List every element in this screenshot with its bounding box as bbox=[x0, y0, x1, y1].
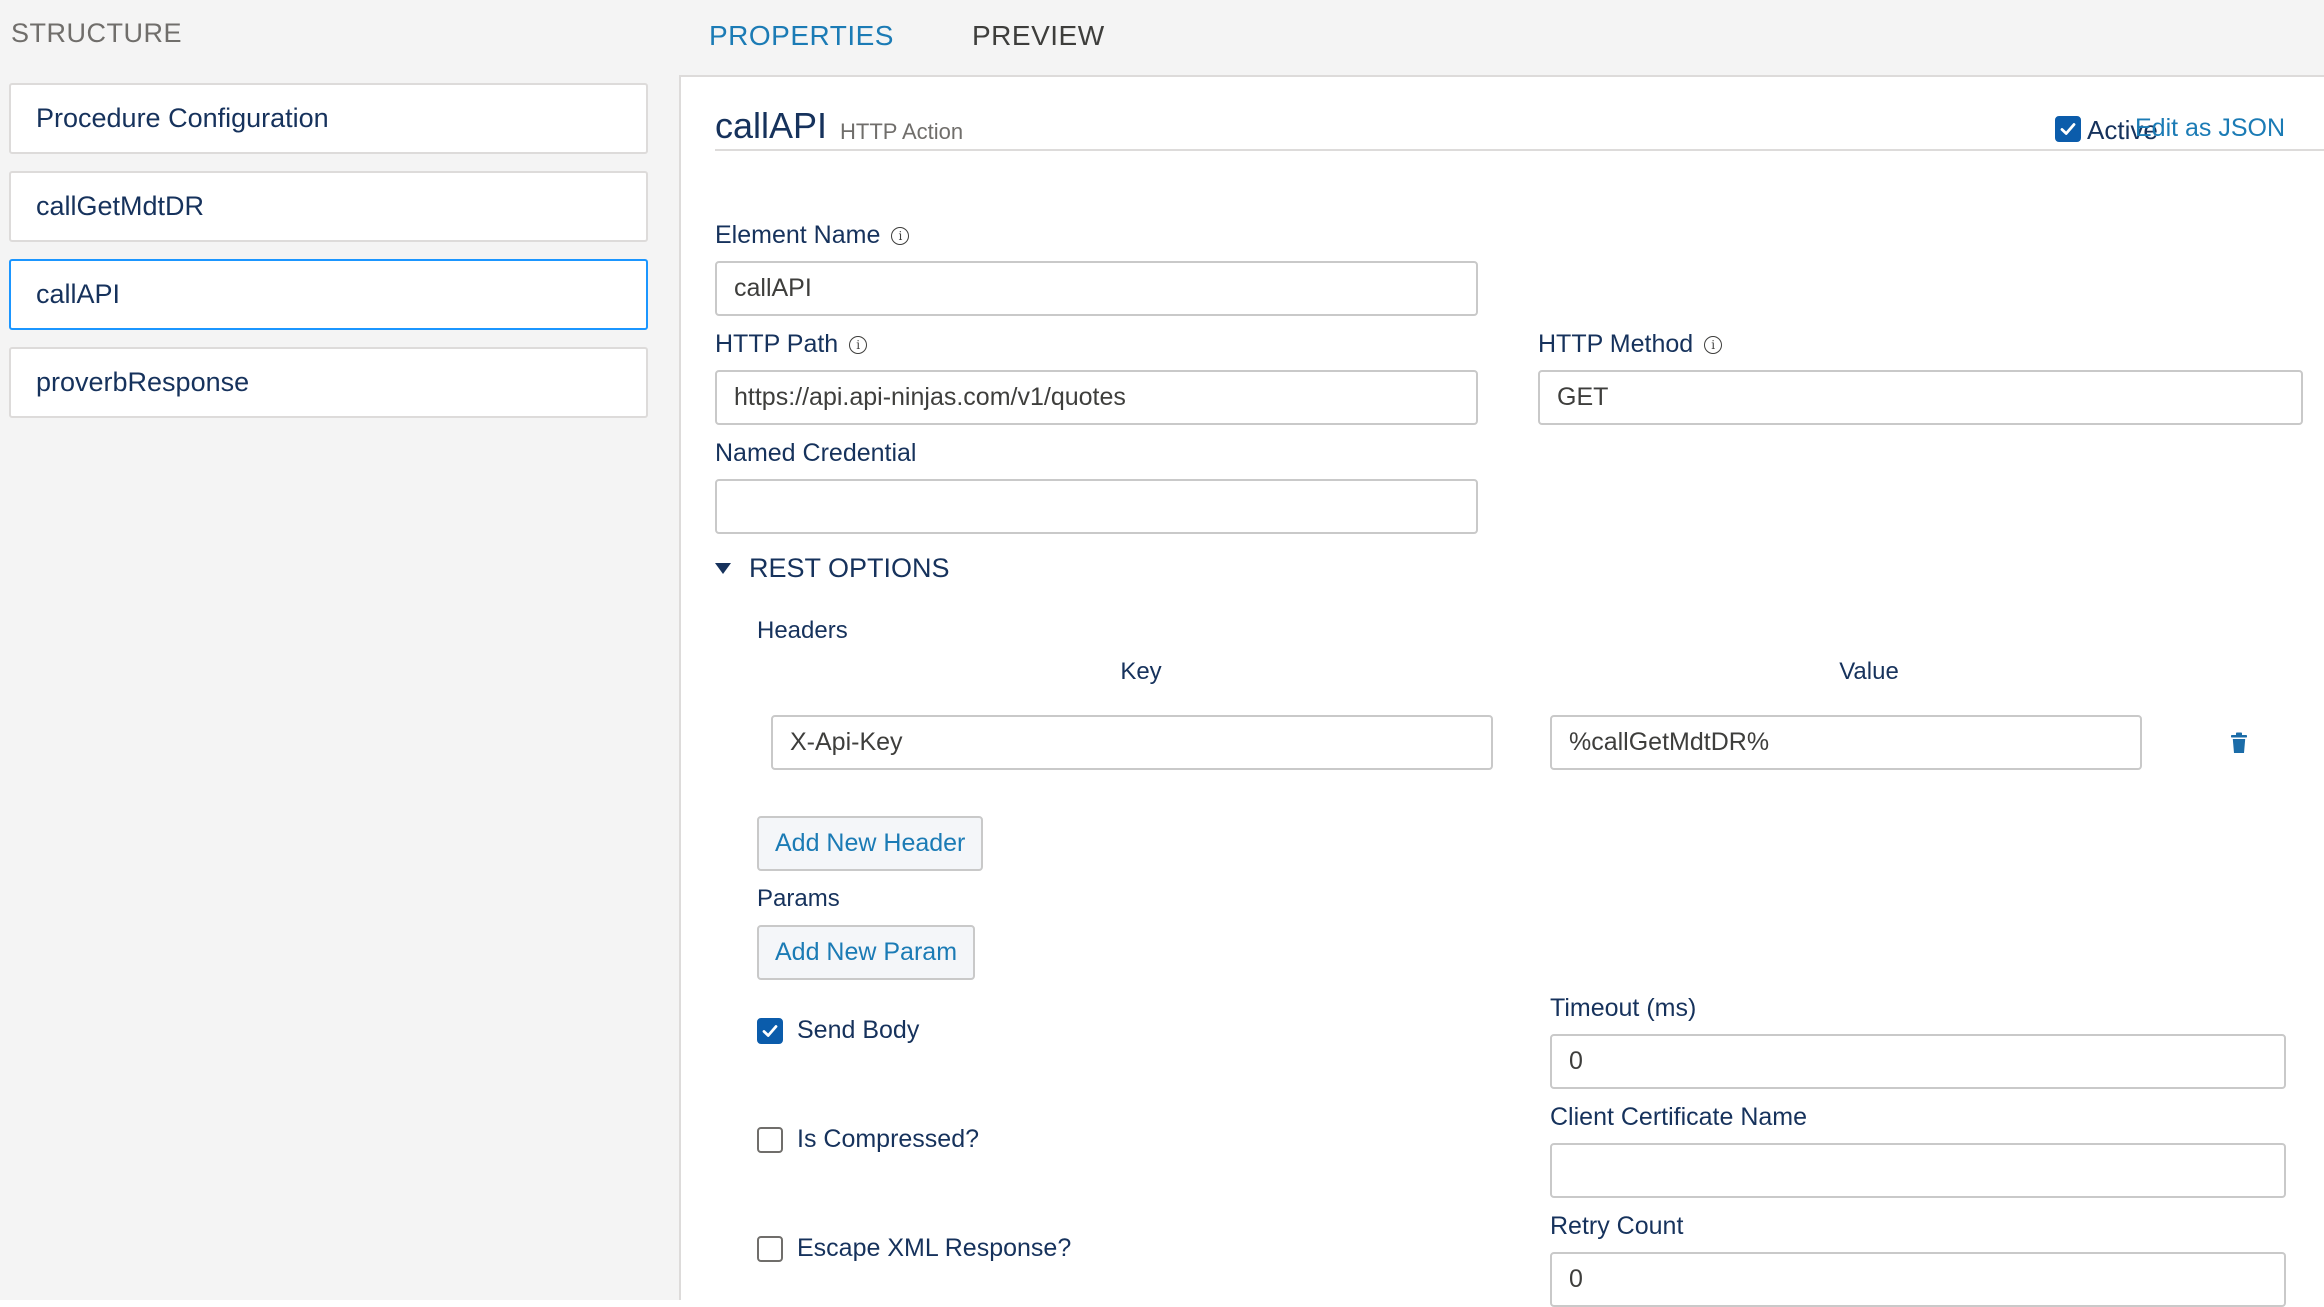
element-name-value: callAPI bbox=[734, 274, 812, 302]
element-type: HTTP Action bbox=[840, 119, 964, 144]
timeout-value: 0 bbox=[1569, 1047, 1583, 1075]
structure-panel: STRUCTURE Procedure Configuration callGe… bbox=[0, 0, 680, 1300]
element-name-label-text: Element Name bbox=[715, 221, 881, 249]
structure-item-proverbresponse[interactable]: proverbResponse bbox=[9, 347, 648, 418]
structure-item-label: proverbResponse bbox=[36, 367, 250, 397]
send-body-checkbox[interactable] bbox=[757, 1017, 783, 1044]
header-key-input[interactable]: X-Api-Key bbox=[771, 715, 1493, 770]
trash-icon[interactable] bbox=[2230, 732, 2248, 754]
http-method-label-text: HTTP Method bbox=[1538, 330, 1694, 358]
is-compressed-checkbox[interactable] bbox=[757, 1126, 783, 1153]
rest-options-toggle[interactable]: REST OPTIONS bbox=[715, 553, 950, 584]
escape-xml-checkbox-row[interactable]: Escape XML Response? bbox=[757, 1234, 1071, 1263]
edit-as-json-link[interactable]: Edit as JSON bbox=[2135, 114, 2285, 143]
send-body-label: Send Body bbox=[797, 1016, 920, 1044]
structure-item-callapi[interactable]: callAPI bbox=[9, 259, 648, 330]
element-name-label: Element Name i bbox=[715, 221, 910, 250]
add-new-param-button[interactable]: Add New Param bbox=[757, 925, 976, 980]
checkmark-icon bbox=[762, 1024, 778, 1037]
client-certificate-label: Client Certificate Name bbox=[1550, 1103, 1807, 1132]
header-key-value: X-Api-Key bbox=[790, 728, 903, 756]
escape-xml-label: Escape XML Response? bbox=[797, 1234, 1072, 1262]
send-body-checkbox-row[interactable]: Send Body bbox=[757, 1016, 919, 1045]
info-icon[interactable]: i bbox=[891, 226, 910, 245]
panel-header: callAPI HTTP Action Active Edit as JSON bbox=[715, 105, 2324, 151]
structure-item-callgetmdtdr[interactable]: callGetMdtDR bbox=[9, 171, 648, 242]
params-label: Params bbox=[757, 885, 840, 912]
structure-item-label: callGetMdtDR bbox=[36, 191, 205, 221]
timeout-label-text: Timeout (ms) bbox=[1550, 994, 1697, 1022]
value-column-header: Value bbox=[1839, 658, 1899, 685]
info-icon[interactable]: i bbox=[1704, 335, 1723, 354]
http-path-value: https://api.api-ninjas.com/v1/quotes bbox=[734, 383, 1126, 411]
http-method-select[interactable]: GET bbox=[1538, 370, 2303, 425]
structure-item-label: Procedure Configuration bbox=[36, 103, 329, 133]
timeout-input[interactable]: 0 bbox=[1550, 1034, 2286, 1089]
checkmark-icon bbox=[2060, 122, 2076, 135]
structure-title: STRUCTURE bbox=[11, 18, 182, 48]
add-new-header-button[interactable]: Add New Header bbox=[757, 816, 984, 871]
retry-count-label: Retry Count bbox=[1550, 1212, 1683, 1241]
element-name-input[interactable]: callAPI bbox=[715, 261, 1478, 316]
client-certificate-input[interactable] bbox=[1550, 1143, 2286, 1198]
named-credential-label: Named Credential bbox=[715, 439, 917, 468]
http-path-input[interactable]: https://api.api-ninjas.com/v1/quotes bbox=[715, 370, 1478, 425]
rest-options-label: REST OPTIONS bbox=[749, 553, 950, 583]
named-credential-label-text: Named Credential bbox=[715, 439, 917, 467]
structure-item-procedure-configuration[interactable]: Procedure Configuration bbox=[9, 83, 648, 154]
named-credential-input[interactable] bbox=[715, 479, 1478, 534]
timeout-label: Timeout (ms) bbox=[1550, 994, 1696, 1023]
element-title: callAPI bbox=[715, 105, 828, 146]
structure-item-label: callAPI bbox=[36, 279, 121, 309]
key-column-header: Key bbox=[1120, 658, 1162, 685]
info-icon[interactable]: i bbox=[849, 335, 868, 354]
headers-label: Headers bbox=[757, 617, 848, 644]
http-method-value: GET bbox=[1557, 383, 1609, 411]
active-checkbox[interactable] bbox=[2055, 115, 2081, 142]
escape-xml-checkbox[interactable] bbox=[757, 1235, 783, 1262]
http-path-label: HTTP Path i bbox=[715, 330, 868, 359]
tab-preview[interactable]: PREVIEW bbox=[972, 20, 1105, 52]
is-compressed-label: Is Compressed? bbox=[797, 1125, 980, 1153]
is-compressed-checkbox-row[interactable]: Is Compressed? bbox=[757, 1125, 979, 1154]
tabs-bar: PROPERTIES PREVIEW bbox=[680, 0, 2324, 76]
retry-count-label-text: Retry Count bbox=[1550, 1212, 1684, 1240]
header-value-value: %callGetMdtDR% bbox=[1569, 728, 1770, 756]
header-value-input[interactable]: %callGetMdtDR% bbox=[1550, 715, 2142, 770]
retry-count-value: 0 bbox=[1569, 1265, 1583, 1293]
tab-properties[interactable]: PROPERTIES bbox=[709, 20, 894, 52]
http-method-label: HTTP Method i bbox=[1538, 330, 1723, 359]
properties-panel: callAPI HTTP Action Active Edit as JSON … bbox=[679, 75, 2324, 1307]
client-certificate-label-text: Client Certificate Name bbox=[1550, 1103, 1808, 1131]
retry-count-input[interactable]: 0 bbox=[1550, 1252, 2286, 1307]
chevron-down-icon bbox=[715, 563, 731, 574]
http-path-label-text: HTTP Path bbox=[715, 330, 839, 358]
